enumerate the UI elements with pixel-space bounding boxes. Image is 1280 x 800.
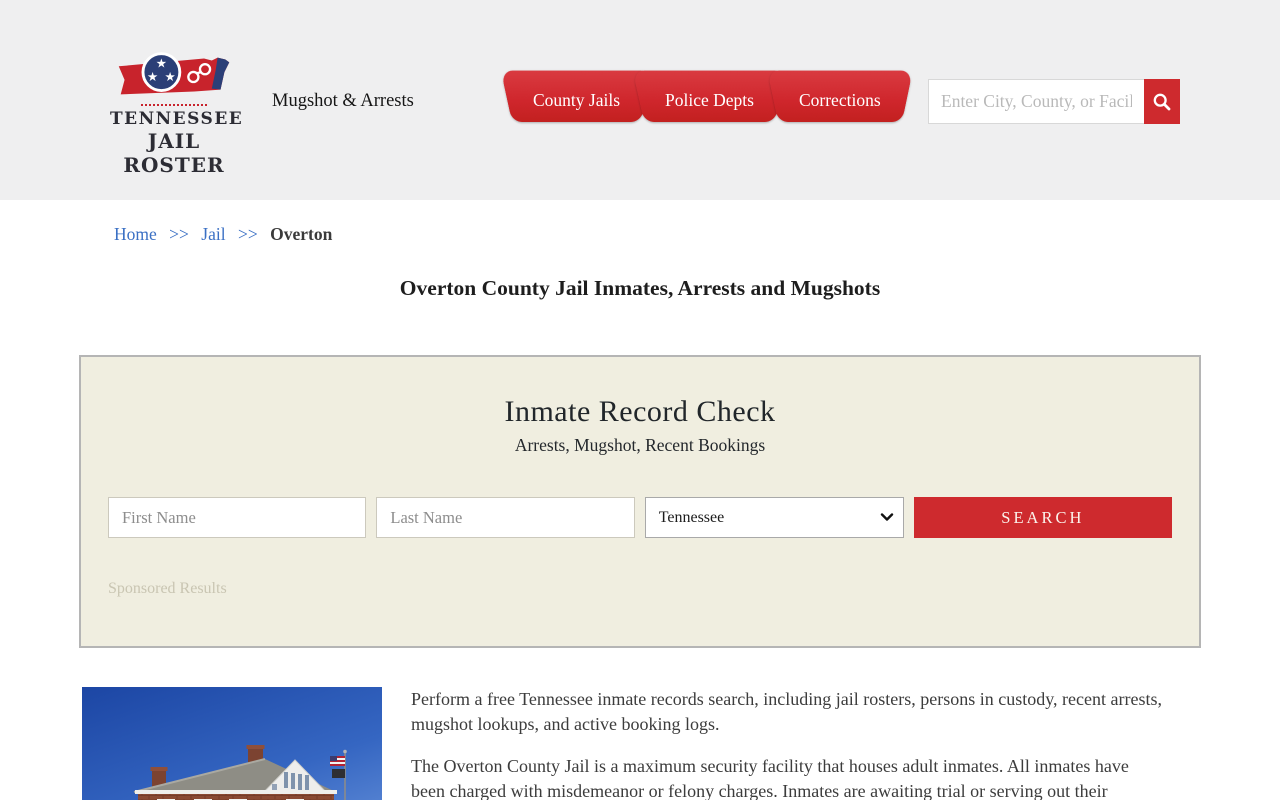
main-content: Perform a free Tennessee inmate records … [82, 687, 1280, 800]
description-text: Perform a free Tennessee inmate records … [411, 687, 1166, 800]
record-check-form: Tennessee SEARCH [108, 497, 1172, 538]
state-select-wrap: Tennessee [645, 497, 904, 538]
logo-text-line1: TENNESSEE [110, 109, 238, 129]
last-name-input[interactable] [376, 497, 634, 538]
us-flag-icon [330, 756, 345, 766]
jail-building-illustration [82, 687, 382, 800]
jail-building-photo [82, 687, 382, 800]
site-logo[interactable]: ★ ★ ★ TENNESSEE JAIL ROSTER [110, 50, 238, 177]
description-paragraph-2: The Overton County Jail is a maximum sec… [411, 754, 1166, 800]
page-title: Overton County Jail Inmates, Arrests and… [0, 276, 1280, 301]
search-button[interactable]: SEARCH [914, 497, 1172, 538]
star-icon: ★ [156, 56, 167, 70]
first-name-input[interactable] [108, 497, 366, 538]
header-search-input[interactable] [928, 79, 1144, 124]
breadcrumb-separator: >> [238, 224, 258, 244]
sponsored-results-label: Sponsored Results [108, 580, 1199, 598]
nav-tab-label: County Jails [533, 90, 620, 110]
header-search-button[interactable] [1144, 79, 1180, 124]
star-icon: ★ [147, 70, 158, 84]
site-header: ★ ★ ★ TENNESSEE JAIL ROSTER Mugshot & Ar… [0, 0, 1280, 200]
state-select[interactable]: Tennessee [645, 497, 904, 538]
tennessee-state-icon: ★ ★ ★ [111, 50, 237, 102]
breadcrumb-home-link[interactable]: Home [114, 224, 157, 244]
pow-flag-icon [332, 769, 345, 778]
inmate-record-check-panel: Inmate Record Check Arrests, Mugshot, Re… [79, 355, 1201, 648]
nav-tab-police-depts[interactable]: Police Depts [644, 78, 775, 122]
breadcrumb-jail-link[interactable]: Jail [201, 224, 225, 244]
nav-tab-label: Corrections [799, 90, 881, 110]
breadcrumb-current: Overton [270, 224, 332, 244]
breadcrumb: Home >> Jail >> Overton [114, 224, 1280, 245]
header-search [928, 79, 1180, 124]
main-nav: County Jails Police Depts Corrections [512, 78, 905, 122]
record-check-title: Inmate Record Check [81, 395, 1199, 429]
site-tagline: Mugshot & Arrests [272, 91, 414, 112]
description-paragraph-1: Perform a free Tennessee inmate records … [411, 687, 1166, 737]
star-icon: ★ [164, 70, 175, 84]
logo-divider [141, 104, 207, 106]
search-icon [1152, 92, 1172, 112]
nav-tab-county-jails[interactable]: County Jails [512, 78, 641, 122]
breadcrumb-separator: >> [169, 224, 189, 244]
nav-tab-corrections[interactable]: Corrections [778, 78, 902, 122]
record-check-subtitle: Arrests, Mugshot, Recent Bookings [81, 435, 1199, 456]
logo-text-line2: JAIL ROSTER [110, 129, 238, 177]
nav-tab-label: Police Depts [665, 90, 754, 110]
